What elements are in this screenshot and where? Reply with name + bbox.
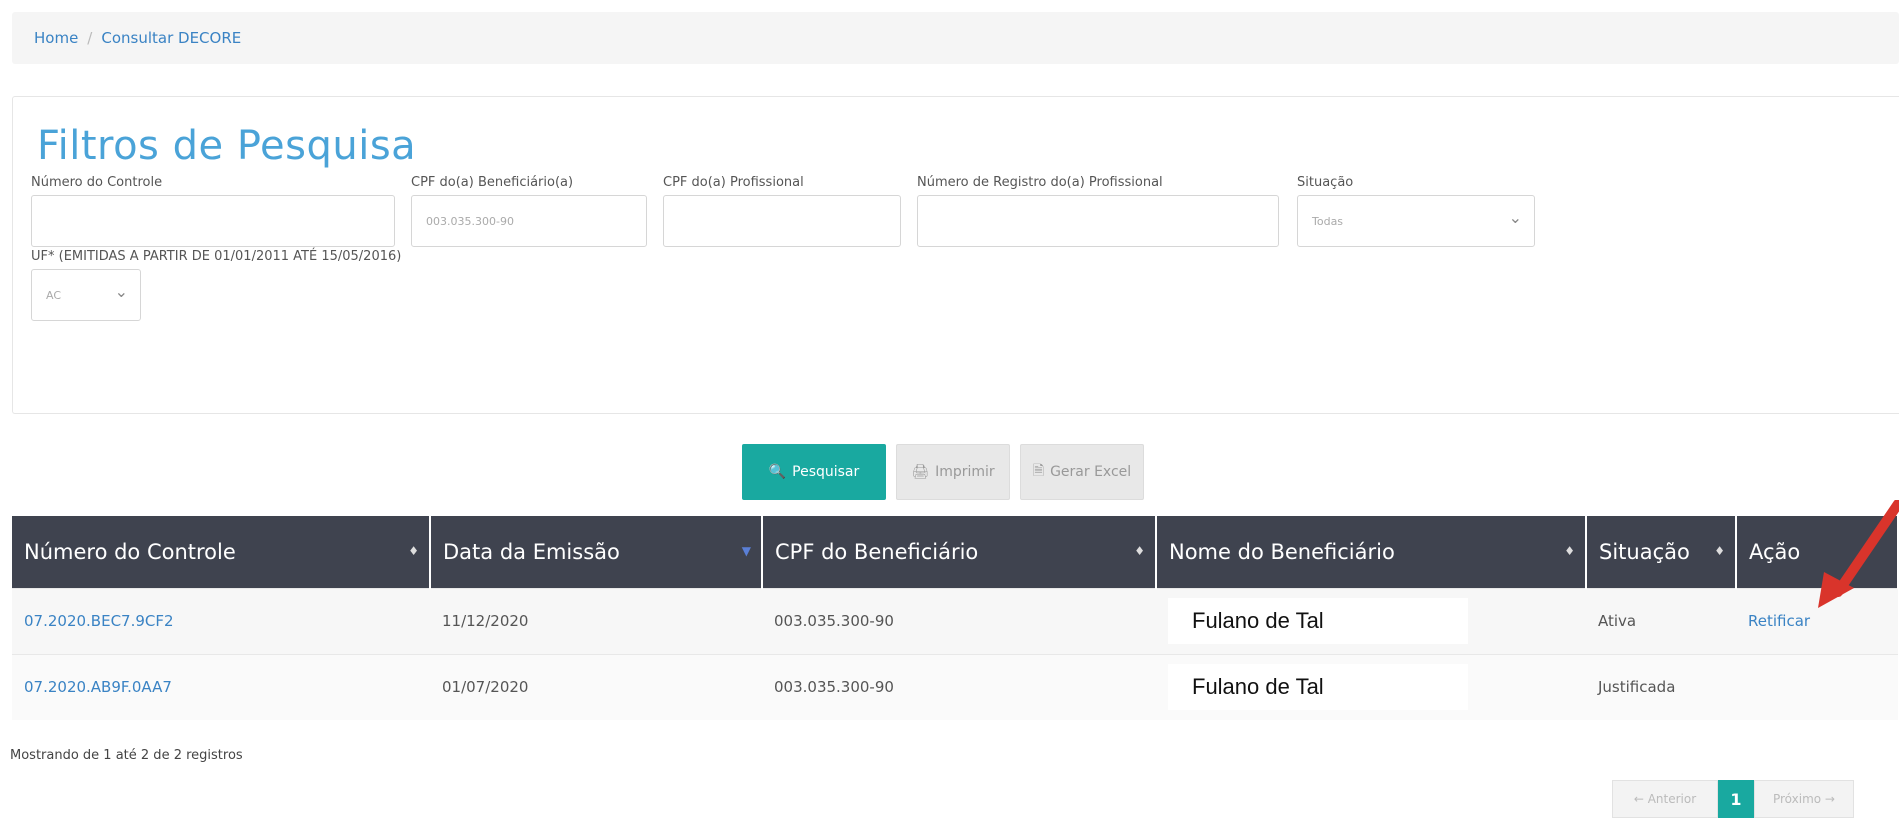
numero-controle-input[interactable] <box>31 195 395 247</box>
table-row: 07.2020.BEC7.9CF2 11/12/2020 003.035.300… <box>12 587 1898 654</box>
registro-profissional-input[interactable] <box>917 195 1279 247</box>
cell-nome: Fulano de Tal <box>1156 587 1586 654</box>
cell-acao <box>1736 653 1898 720</box>
sort-icon: ♦ <box>408 544 419 558</box>
col-numero-controle[interactable]: Número do Controle ♦ <box>12 516 431 588</box>
filters-panel: Filtros de Pesquisa Número do Controle C… <box>12 96 1899 414</box>
sort-icon: ♦ <box>1714 544 1725 558</box>
table-header-row: Número do Controle ♦ Data da Emissão ▼ CPF… <box>12 516 1899 588</box>
registro-profissional-label: Número de Registro do(a) Profissional <box>917 175 1163 190</box>
cell-data: 01/07/2020 <box>430 653 762 720</box>
pagination-next[interactable]: Próximo → <box>1754 780 1854 818</box>
retificar-link[interactable]: Retificar <box>1748 612 1810 630</box>
col-data-emissao[interactable]: Data da Emissão ▼ <box>430 516 763 588</box>
situacao-label: Situação <box>1297 175 1354 190</box>
situacao-select[interactable]: Todas <box>1297 195 1535 247</box>
cpf-beneficiario-label: CPF do(a) Beneficiário(a) <box>411 175 574 190</box>
uf-select[interactable]: AC <box>31 269 141 321</box>
situacao-select-value: Todas <box>1312 214 1344 228</box>
results-table: Número do Controle ♦ Data da Emissão ▼ CPF… <box>12 516 1899 720</box>
cpf-profissional-input[interactable] <box>663 195 901 247</box>
pagination-prev[interactable]: ← Anterior <box>1612 780 1718 818</box>
red-arrow-annotation <box>1818 500 1899 608</box>
cell-cpf: 003.035.300-90 <box>762 653 1156 720</box>
beneficiario-name: Fulano de Tal <box>1168 598 1468 644</box>
col-situacao[interactable]: Situação ♦ <box>1586 516 1737 588</box>
uf-label: UF* (EMITIDAS A PARTIR DE 01/01/2011 ATÉ… <box>31 249 402 264</box>
records-info: Mostrando de 1 até 2 de 2 registros <box>10 748 243 763</box>
page-title: Filtros de Pesquisa <box>37 123 417 169</box>
cell-controle: 07.2020.AB9F.0AA7 <box>12 653 430 720</box>
sort-icon: ♦ <box>1564 544 1575 558</box>
uf-select-value: AC <box>46 288 62 302</box>
cell-data: 11/12/2020 <box>430 587 762 654</box>
imprimir-button-label: Imprimir <box>935 464 995 480</box>
cell-situacao: Justificada <box>1586 653 1736 720</box>
breadcrumb-separator: / <box>87 29 93 47</box>
cpf-beneficiario-input[interactable]: 003.035.300-90 <box>411 195 647 247</box>
col-cpf-beneficiario[interactable]: CPF do Beneficiário ♦ <box>762 516 1157 588</box>
print-icon: 🖨 <box>911 464 930 480</box>
pagination: ← Anterior 1 Próximo → <box>1612 780 1854 818</box>
gerar-excel-button[interactable]: 🗎 Gerar Excel <box>1020 444 1144 500</box>
breadcrumb-current-link[interactable]: Consultar DECORE <box>101 29 241 47</box>
col-nome-beneficiario[interactable]: Nome do Beneficiário ♦ <box>1156 516 1587 588</box>
gerar-excel-button-label: Gerar Excel <box>1050 464 1132 480</box>
breadcrumb: Home / Consultar DECORE <box>12 12 1899 64</box>
table-row: 07.2020.AB9F.0AA7 01/07/2020 003.035.300… <box>12 653 1898 720</box>
cell-cpf: 003.035.300-90 <box>762 587 1156 654</box>
action-buttons: 🔍 Pesquisar 🖨 Imprimir 🗎 Gerar Excel <box>742 444 1144 500</box>
cell-nome: Fulano de Tal <box>1156 653 1586 720</box>
cpf-profissional-label: CPF do(a) Profissional <box>663 175 804 190</box>
numero-controle-label: Número do Controle <box>31 175 163 190</box>
sort-desc-icon: ▼ <box>741 544 751 558</box>
cell-situacao: Ativa <box>1586 587 1736 654</box>
controle-link[interactable]: 07.2020.BEC7.9CF2 <box>24 612 174 630</box>
breadcrumb-home-link[interactable]: Home <box>34 29 78 47</box>
imprimir-button[interactable]: 🖨 Imprimir <box>896 444 1010 500</box>
file-icon: 🗎 <box>1032 463 1045 479</box>
controle-link[interactable]: 07.2020.AB9F.0AA7 <box>24 678 172 696</box>
pesquisar-button-label: Pesquisar <box>792 464 860 480</box>
pagination-page-1[interactable]: 1 <box>1718 780 1754 818</box>
cell-controle: 07.2020.BEC7.9CF2 <box>12 587 430 654</box>
pesquisar-button[interactable]: 🔍 Pesquisar <box>742 444 886 500</box>
sort-icon: ♦ <box>1134 544 1145 558</box>
beneficiario-name: Fulano de Tal <box>1168 664 1468 711</box>
search-icon: 🔍 <box>768 464 787 480</box>
